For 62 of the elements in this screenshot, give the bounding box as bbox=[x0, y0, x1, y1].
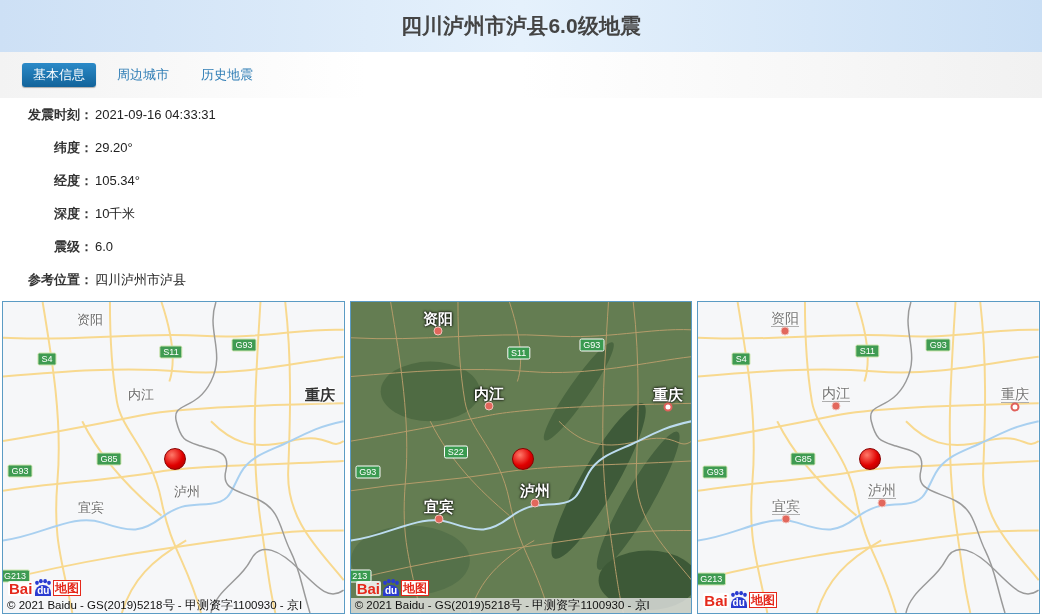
logo-text: Bai bbox=[8, 581, 34, 596]
city-label: 内江 bbox=[822, 386, 851, 402]
city-label: 重庆 bbox=[652, 387, 683, 403]
highway-label: S11 bbox=[507, 346, 531, 360]
city-label: 宜宾 bbox=[423, 499, 454, 515]
tab[interactable]: 基本信息 bbox=[22, 63, 96, 87]
field-value: 29.20° bbox=[94, 138, 133, 157]
highway-label: S4 bbox=[731, 352, 751, 366]
highway-label: G85 bbox=[96, 452, 122, 466]
city-label: 重庆 bbox=[1001, 387, 1030, 403]
logo-text: 地图 bbox=[53, 580, 82, 596]
field-label: 经度： bbox=[53, 171, 93, 190]
highway-label: G93 bbox=[355, 465, 381, 479]
highway-label: S22 bbox=[443, 445, 468, 459]
field-value: 10千米 bbox=[94, 204, 136, 223]
highway-label: G93 bbox=[579, 338, 605, 352]
city-label: 泸州 bbox=[519, 483, 550, 499]
logo-text: du bbox=[382, 585, 400, 596]
city-label: 资阳 bbox=[771, 311, 800, 327]
city-label: 宜宾 bbox=[772, 499, 801, 515]
field-label: 发震时刻： bbox=[27, 105, 93, 124]
highway-label: S11 bbox=[855, 344, 879, 358]
field-label: 纬度： bbox=[53, 138, 93, 157]
city-label: 宜宾 bbox=[78, 499, 104, 515]
map-panel[interactable]: S11 G93 S22 G93 213 资阳 内江 重庆 泸州 宜宾 Bai du 地图 © 2021 Baidu - GS(2019)5218号 - 甲测资字1100930 - 京I bbox=[349, 301, 693, 614]
paw-icon bbox=[382, 579, 400, 585]
logo-text: Bai bbox=[355, 581, 381, 596]
city-label: 内江 bbox=[473, 386, 504, 402]
field-value: 2021-09-16 04:33:31 bbox=[94, 105, 216, 124]
paw-icon bbox=[729, 591, 748, 597]
highway-label: S4 bbox=[37, 352, 57, 366]
page-title: 四川泸州市泸县6.0级地震 bbox=[401, 13, 641, 40]
city-label: 资阳 bbox=[77, 311, 103, 327]
field-label: 震级： bbox=[53, 237, 93, 256]
city-label: 重庆 bbox=[305, 387, 335, 403]
map-panel[interactable]: S4 S11 G93 G85 G93 G213 资阳 内江 重庆 泸州 宜宾 Bai du 地图 © 2021 Baidu - GS(2019)5218号 - 甲测资字1100930 - 京I bbox=[2, 301, 345, 614]
highway-label: G93 bbox=[702, 465, 728, 479]
copyright-text: © 2021 Baidu - GS(2019)5218号 - 甲测资字1100930 - 京I bbox=[6, 598, 304, 613]
city-label: 内江 bbox=[128, 386, 154, 402]
city-label: 资阳 bbox=[422, 311, 453, 327]
field-value: 105.34° bbox=[94, 171, 140, 190]
copyright-text: © 2021 Baidu - GS(2019)5218号 - 甲测资字1100930 - 京I bbox=[350, 598, 692, 613]
logo-text: du bbox=[35, 585, 52, 596]
logo-text: 地图 bbox=[748, 592, 777, 608]
highway-label: S11 bbox=[159, 345, 183, 359]
city-label: 泸州 bbox=[174, 483, 200, 499]
field-label: 参考位置： bbox=[27, 270, 93, 289]
logo-text: 地图 bbox=[401, 580, 429, 596]
highway-label: G85 bbox=[790, 452, 816, 466]
field-value: 6.0 bbox=[94, 237, 114, 256]
highway-label: G93 bbox=[925, 338, 951, 352]
field-label: 深度： bbox=[53, 204, 93, 223]
field-value: 四川泸州市泸县 bbox=[94, 270, 186, 289]
tab[interactable]: 历史地震 bbox=[190, 63, 264, 87]
highway-label: G93 bbox=[7, 464, 33, 478]
paw-icon bbox=[34, 579, 53, 585]
map-panel[interactable]: S4 S11 G93 G85 G93 G213 资阳 内江 重庆 泸州 宜宾 Bai du 地图 bbox=[697, 301, 1040, 614]
tab[interactable]: 周边城市 bbox=[106, 63, 180, 87]
highway-label: G213 bbox=[698, 572, 727, 586]
highway-label: G93 bbox=[231, 338, 257, 352]
logo-text: Bai bbox=[703, 593, 729, 608]
logo-text: du bbox=[730, 597, 747, 608]
